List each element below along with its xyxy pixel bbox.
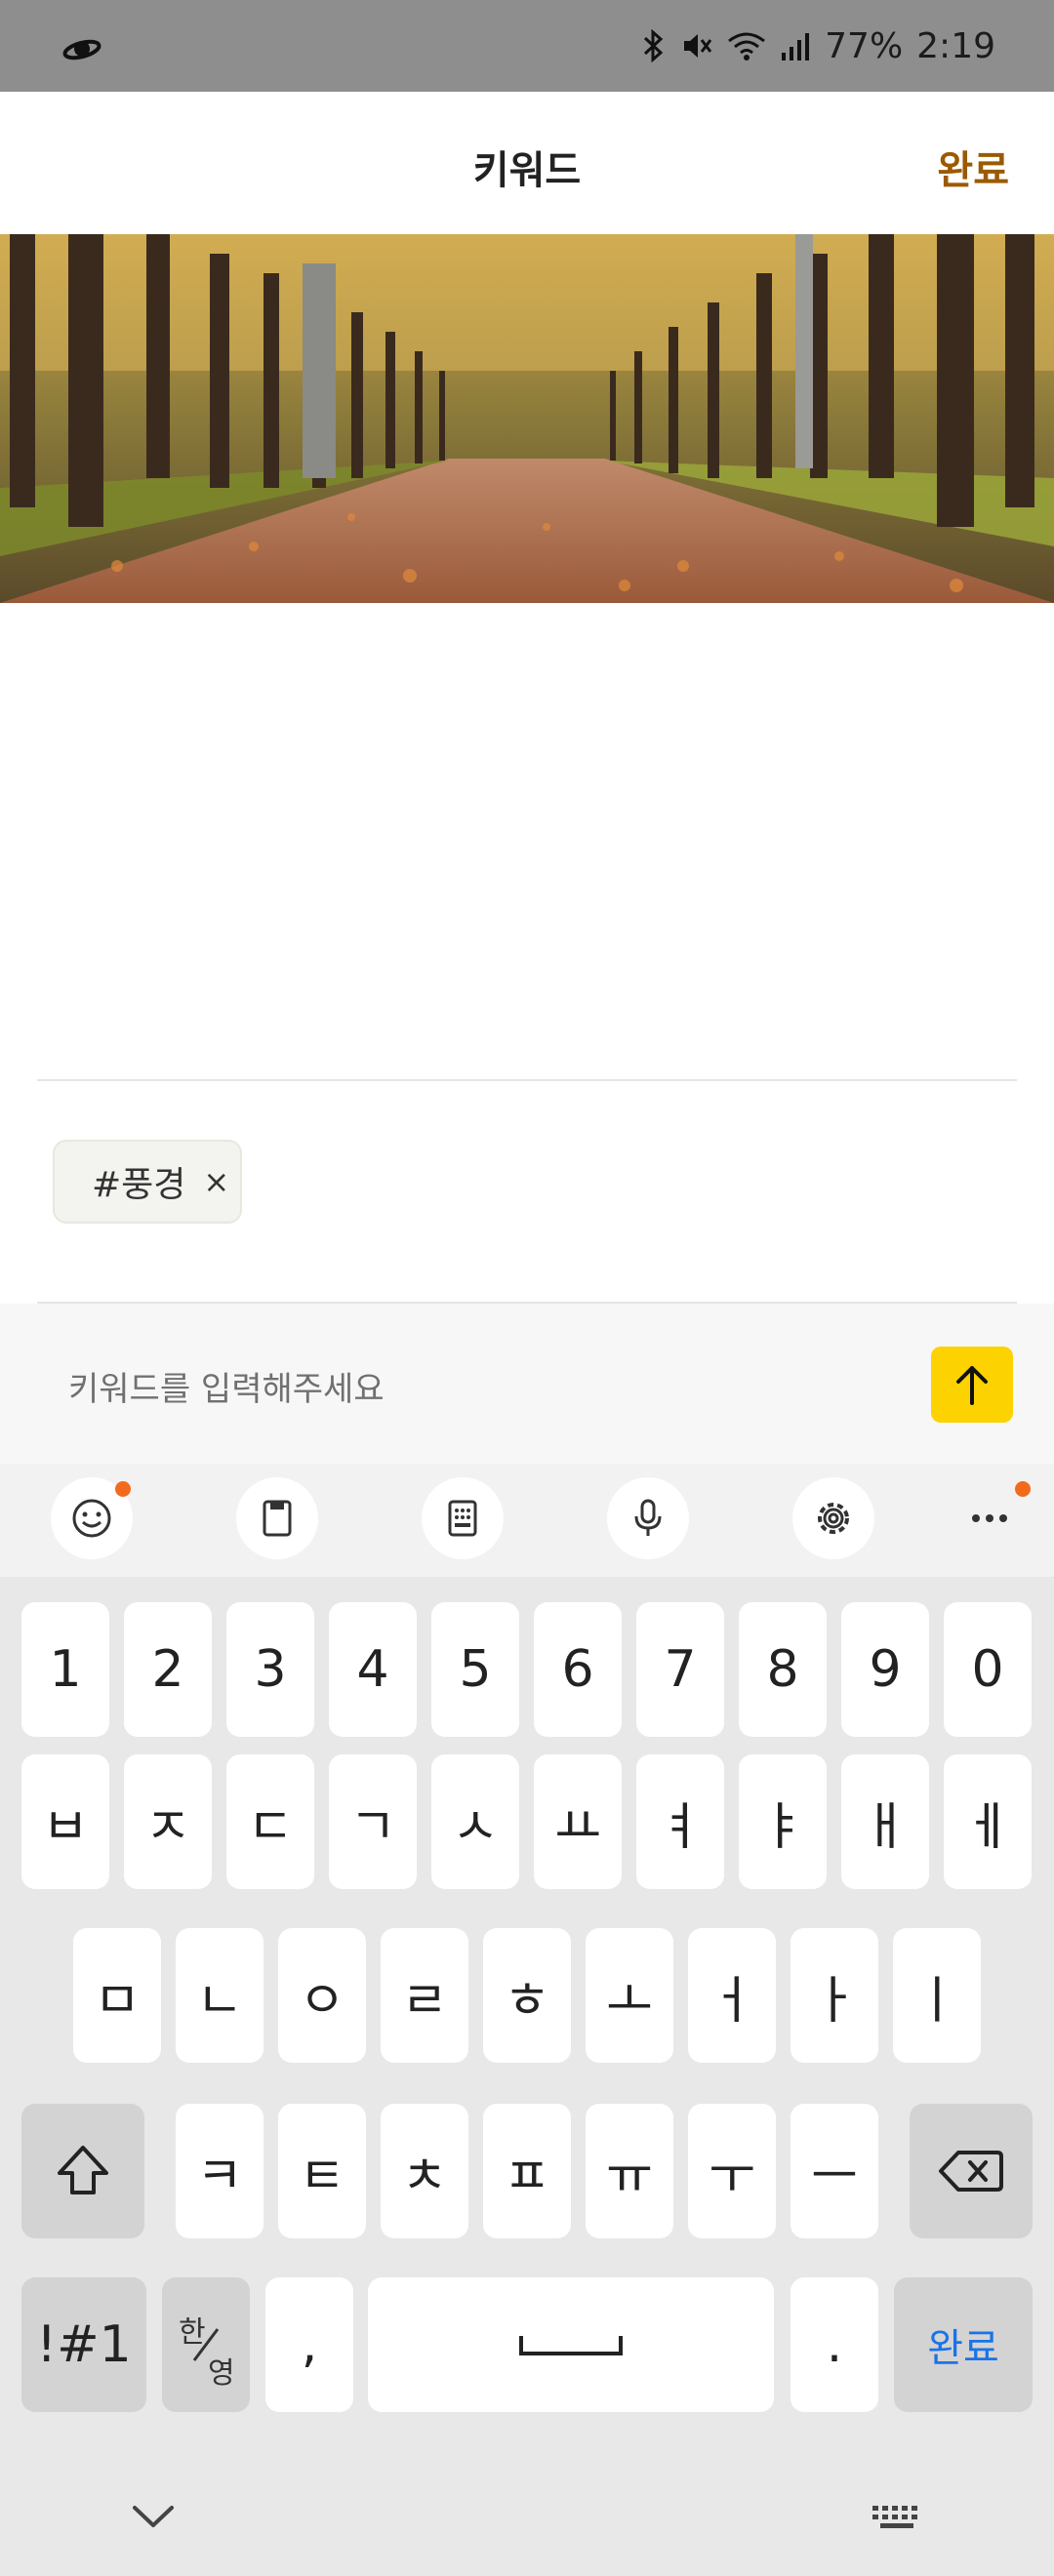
divider — [37, 1079, 1017, 1081]
smiley-icon — [72, 1499, 111, 1538]
keyboard-nav-bar — [0, 2459, 1054, 2576]
keyboard-toolbar — [0, 1464, 1054, 1577]
key-8[interactable]: 8 — [739, 1602, 827, 1737]
key-nieun[interactable]: ㄴ — [176, 1928, 264, 2063]
settings-button[interactable] — [792, 1477, 874, 1559]
key-yo[interactable]: ㅛ — [534, 1754, 622, 1889]
clock: 2:19 — [916, 25, 995, 66]
keyword-input-bar: 키워드를 입력해주세요 — [0, 1304, 1054, 1464]
key-hieut[interactable]: ㅎ — [483, 1928, 571, 2063]
key-e[interactable]: ㅔ — [944, 1754, 1032, 1889]
backspace-key[interactable] — [910, 2104, 1033, 2238]
key-period[interactable]: . — [790, 2277, 878, 2412]
key-5[interactable]: 5 — [431, 1602, 519, 1737]
enter-done-key[interactable]: 완료 — [894, 2277, 1033, 2412]
key-6[interactable]: 6 — [534, 1602, 622, 1737]
key-yeo[interactable]: ㅕ — [636, 1754, 724, 1889]
notification-dot — [115, 1481, 131, 1497]
microphone-icon — [634, 1499, 662, 1536]
chevron-down-icon — [133, 2506, 174, 2527]
keypad-button[interactable] — [422, 1477, 504, 1559]
bluetooth-icon — [641, 29, 667, 62]
key-ieung[interactable]: ㅇ — [278, 1928, 366, 2063]
backspace-icon — [939, 2151, 1003, 2192]
signal-icon — [780, 29, 811, 62]
saturn-icon — [61, 35, 103, 64]
space-icon — [519, 2336, 623, 2355]
key-mieum[interactable]: ㅁ — [73, 1928, 161, 2063]
keypad-icon — [448, 1500, 477, 1537]
key-9[interactable]: 9 — [841, 1602, 929, 1737]
battery-text: 77% — [825, 25, 904, 66]
submit-button[interactable] — [931, 1347, 1013, 1423]
keyboard-icon — [872, 2506, 917, 2528]
key-tieut[interactable]: ㅌ — [278, 2104, 366, 2238]
clipboard-icon — [263, 1500, 292, 1537]
key-ae[interactable]: ㅐ — [841, 1754, 929, 1889]
close-icon[interactable]: × — [203, 1163, 229, 1200]
clipboard-button[interactable] — [236, 1477, 318, 1559]
keyword-chip[interactable]: #풍경 × — [53, 1140, 242, 1224]
key-giyeok[interactable]: ㄱ — [329, 1754, 417, 1889]
shift-icon — [58, 2146, 108, 2194]
key-2[interactable]: 2 — [124, 1602, 212, 1737]
key-kieuk[interactable]: ㅋ — [176, 2104, 264, 2238]
keyboard-switch-button[interactable] — [871, 2502, 925, 2535]
notification-dot — [1015, 1481, 1031, 1497]
key-1[interactable]: 1 — [21, 1602, 109, 1737]
hide-keyboard-button[interactable] — [131, 2502, 176, 2533]
key-u[interactable]: ㅜ — [688, 2104, 776, 2238]
key-eu[interactable]: ㅡ — [790, 2104, 878, 2238]
keyword-chip-label: #풍경 — [92, 1165, 186, 1205]
key-chieut[interactable]: ㅊ — [381, 2104, 468, 2238]
lang-english-label: 영 — [208, 2356, 235, 2391]
key-yu[interactable]: ㅠ — [586, 2104, 673, 2238]
keyword-input[interactable]: 키워드를 입력해주세요 — [68, 1362, 385, 1410]
key-digeut[interactable]: ㄷ — [226, 1754, 314, 1889]
voice-input-button[interactable] — [607, 1477, 689, 1559]
key-4[interactable]: 4 — [329, 1602, 417, 1737]
key-0[interactable]: 0 — [944, 1602, 1032, 1737]
key-bieup[interactable]: ㅂ — [21, 1754, 109, 1889]
key-siot[interactable]: ㅅ — [431, 1754, 519, 1889]
spacebar[interactable] — [368, 2277, 774, 2412]
done-button[interactable]: 완료 — [937, 139, 1009, 195]
shift-key[interactable] — [21, 2104, 144, 2238]
key-eo[interactable]: ㅓ — [688, 1928, 776, 2063]
app-header: 키워드 완료 — [0, 92, 1054, 234]
gear-icon — [818, 1503, 849, 1534]
key-rieul[interactable]: ㄹ — [381, 1928, 468, 2063]
key-comma[interactable]: , — [265, 2277, 353, 2412]
more-icon — [972, 1514, 1007, 1522]
key-3[interactable]: 3 — [226, 1602, 314, 1737]
key-o[interactable]: ㅗ — [586, 1928, 673, 2063]
key-a[interactable]: ㅏ — [790, 1928, 878, 2063]
language-toggle-key[interactable]: 한 영 — [162, 2277, 250, 2412]
key-i[interactable]: ㅣ — [893, 1928, 981, 2063]
key-pieup[interactable]: ㅍ — [483, 2104, 571, 2238]
symbols-key[interactable]: !#1 — [21, 2277, 146, 2412]
keyboard: 1 2 3 4 5 6 7 8 9 0 ㅂ ㅈ ㄷ ㄱ ㅅ ㅛ ㅕ ㅑ ㅐ ㅔ … — [0, 1464, 1054, 2576]
wifi-icon — [727, 29, 766, 62]
page-title: 키워드 — [472, 148, 582, 193]
arrow-up-icon — [956, 1366, 988, 1405]
key-ya[interactable]: ㅑ — [739, 1754, 827, 1889]
photo-preview — [0, 234, 1054, 603]
status-bar: 77% 2:19 — [0, 0, 1054, 92]
key-7[interactable]: 7 — [636, 1602, 724, 1737]
key-jieut[interactable]: ㅈ — [124, 1754, 212, 1889]
mute-icon — [680, 29, 713, 62]
